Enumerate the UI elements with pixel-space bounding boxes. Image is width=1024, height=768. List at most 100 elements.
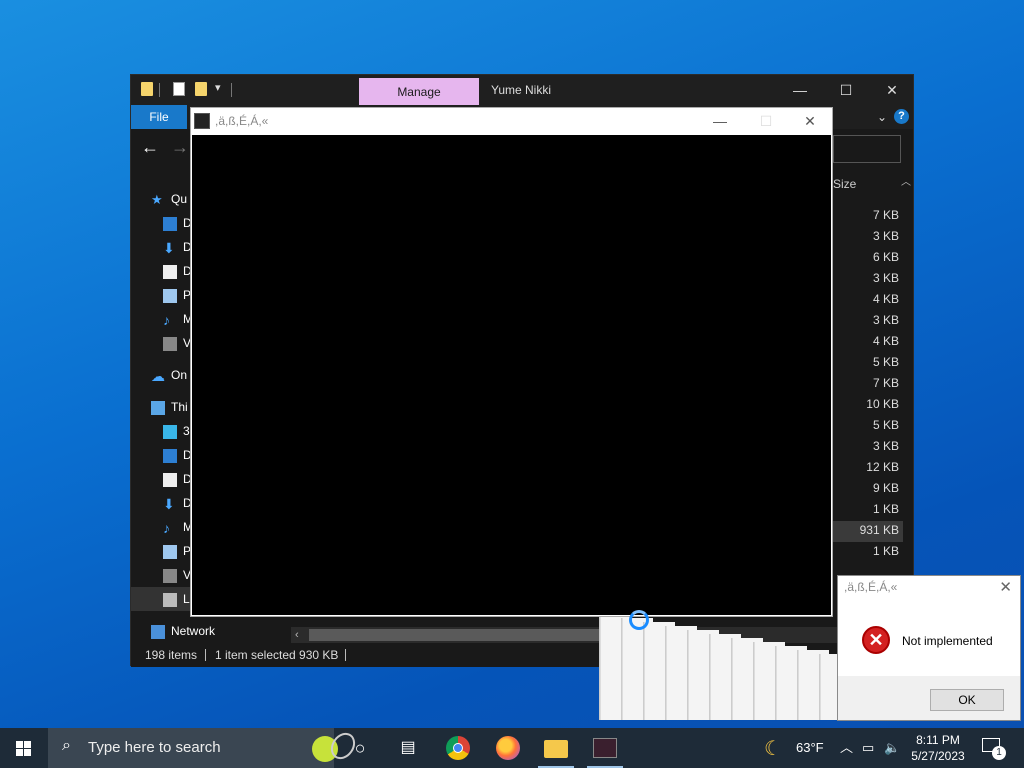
nav-this-pc[interactable]: Thi: [151, 396, 188, 418]
music-icon: ♪: [163, 519, 170, 536]
size-cell[interactable]: 12 KB: [833, 460, 899, 474]
scroll-left-icon[interactable]: ‹: [295, 627, 299, 643]
chevron-up-icon[interactable]: ︿: [840, 728, 853, 768]
game-app-taskbar-icon[interactable]: [593, 738, 617, 758]
nav-network[interactable]: Network: [151, 620, 215, 642]
search-input[interactable]: [833, 135, 901, 163]
nav-pc-videos[interactable]: V: [163, 564, 191, 586]
file-explorer-icon[interactable]: [544, 740, 568, 758]
search-placeholder: Type here to search: [88, 739, 221, 756]
system-clock[interactable]: 8:11 PM 5/27/2023: [908, 732, 968, 764]
nav-pc-music[interactable]: ♪ M: [163, 516, 193, 538]
weather-temperature[interactable]: 63°F: [796, 728, 824, 768]
nav-documents[interactable]: D: [163, 260, 192, 282]
videos-icon: [163, 568, 177, 583]
size-cell[interactable]: 3 KB: [833, 313, 899, 327]
nav-label: 3: [183, 424, 190, 438]
start-button[interactable]: [0, 728, 48, 768]
size-cell[interactable]: 1 KB: [833, 544, 899, 558]
column-header-size[interactable]: Size: [833, 177, 856, 191]
clock-time: 8:11 PM: [916, 733, 960, 747]
nav-pc-desktop[interactable]: D: [163, 444, 192, 466]
task-view-icon[interactable]: ▤: [396, 736, 420, 760]
speaker-muted-icon[interactable]: 🔈: [884, 728, 900, 768]
close-button[interactable]: ✕: [869, 75, 915, 105]
nav-music[interactable]: ♪ M: [163, 308, 193, 330]
window-title: Yume Nikki: [491, 83, 552, 97]
forward-arrow-icon[interactable]: →: [171, 137, 189, 158]
taskbar: ⌕ Type here to search ○ ▤ ☾ 63°F ︿ ▭ 🔈 8…: [0, 728, 1024, 768]
size-cell[interactable]: 1 KB: [833, 502, 899, 516]
size-cell[interactable]: 3 KB: [833, 271, 899, 285]
cube-icon: [163, 424, 177, 439]
scrollbar-thumb[interactable]: [309, 629, 599, 641]
nav-pc-pictures[interactable]: P: [163, 540, 191, 562]
size-cell[interactable]: 931 KB: [833, 523, 899, 537]
taskbar-search-box[interactable]: ⌕ Type here to search: [48, 728, 361, 768]
nav-local-disk[interactable]: L: [163, 588, 190, 610]
separator: [345, 649, 346, 661]
firefox-icon[interactable]: [496, 736, 520, 760]
nav-3d-objects[interactable]: 3: [163, 420, 190, 442]
horizontal-scrollbar[interactable]: ‹: [291, 627, 901, 643]
nav-videos[interactable]: V: [163, 332, 191, 354]
minimize-button[interactable]: —: [697, 108, 743, 134]
ok-button[interactable]: OK: [930, 689, 1004, 711]
nav-pc-downloads[interactable]: ⬇ D: [163, 492, 192, 514]
game-window-title: ,ä,ß,É,Á,«: [215, 114, 269, 128]
size-cell[interactable]: 5 KB: [833, 418, 899, 432]
nav-onedrive[interactable]: ☁ On: [151, 364, 187, 386]
scroll-up-icon[interactable]: ︿: [901, 173, 911, 188]
new-folder-icon[interactable]: [195, 82, 207, 96]
windows-logo-icon: [24, 749, 31, 756]
clock-date: 5/27/2023: [911, 749, 965, 763]
close-button[interactable]: ✕: [787, 108, 833, 134]
maximize-button[interactable]: ☐: [823, 75, 869, 105]
game-titlebar: ,ä,ß,É,Á,« — ☐ ✕: [191, 108, 832, 134]
nav-downloads[interactable]: ⬇ D: [163, 236, 192, 258]
customize-quick-access-icon[interactable]: ▾: [215, 81, 221, 94]
size-cell[interactable]: 7 KB: [833, 376, 899, 390]
nav-label: Thi: [171, 400, 188, 414]
size-cell[interactable]: 7 KB: [833, 208, 899, 222]
properties-icon[interactable]: [173, 82, 185, 96]
moon-weather-icon[interactable]: ☾: [764, 736, 782, 761]
tab-file[interactable]: File: [131, 105, 187, 129]
size-cell[interactable]: 3 KB: [833, 229, 899, 243]
expand-ribbon-icon[interactable]: ⌄: [877, 105, 887, 129]
size-cell[interactable]: 6 KB: [833, 250, 899, 264]
cortana-circle-icon[interactable]: ○: [348, 736, 372, 760]
download-icon: ⬇: [163, 495, 175, 512]
explorer-titlebar: ▾ Manage Yume Nikki — ☐ ✕: [131, 75, 913, 105]
size-cell[interactable]: 10 KB: [833, 397, 899, 411]
size-cell[interactable]: 3 KB: [833, 439, 899, 453]
tab-manage[interactable]: Manage: [359, 78, 479, 105]
item-count: 198 items: [145, 648, 198, 662]
size-cell[interactable]: 9 KB: [833, 481, 899, 495]
nav-pc-documents[interactable]: D: [163, 468, 192, 490]
loading-spinner-icon: [629, 610, 649, 630]
size-cell[interactable]: 4 KB: [833, 334, 899, 348]
desktop-icon: [163, 216, 177, 231]
cloud-icon: ☁: [151, 367, 165, 384]
dialog-close-icon[interactable]: ✕: [999, 578, 1012, 596]
game-canvas[interactable]: [192, 135, 831, 630]
chrome-icon[interactable]: [446, 736, 470, 760]
maximize-button[interactable]: ☐: [743, 108, 789, 134]
nav-label: L: [183, 592, 190, 606]
network-tray-icon[interactable]: ▭: [862, 728, 874, 768]
size-cell[interactable]: 4 KB: [833, 292, 899, 306]
folder-icon[interactable]: [141, 82, 153, 96]
nav-quick-access[interactable]: ★ Qu: [151, 188, 187, 210]
nav-desktop[interactable]: D: [163, 212, 192, 234]
nav-pictures[interactable]: P: [163, 284, 191, 306]
desktop-icon: [163, 448, 177, 463]
back-arrow-icon[interactable]: ←: [141, 137, 159, 158]
minimize-button[interactable]: —: [777, 75, 823, 105]
error-dialog: ,ä,ß,É,Á,« ✕ ✕ Not implemented OK: [837, 575, 1021, 721]
help-icon[interactable]: ?: [894, 109, 909, 124]
nav-label: Qu: [171, 192, 188, 206]
pictures-icon: [163, 544, 177, 559]
game-window: ,ä,ß,É,Á,« — ☐ ✕: [190, 107, 833, 630]
size-cell[interactable]: 5 KB: [833, 355, 899, 369]
